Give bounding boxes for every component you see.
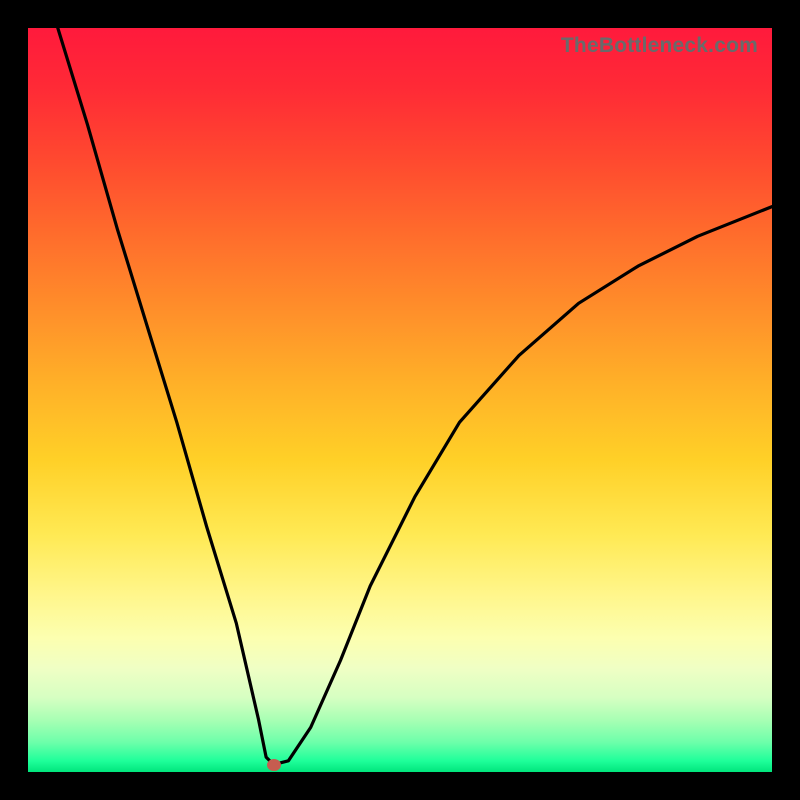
- curve-path: [58, 28, 772, 765]
- chart-frame: TheBottleneck.com: [0, 0, 800, 800]
- plot-area: TheBottleneck.com: [28, 28, 772, 772]
- bottleneck-curve: [28, 28, 772, 772]
- watermark-text: TheBottleneck.com: [561, 34, 758, 58]
- minimum-point-marker: [267, 759, 281, 771]
